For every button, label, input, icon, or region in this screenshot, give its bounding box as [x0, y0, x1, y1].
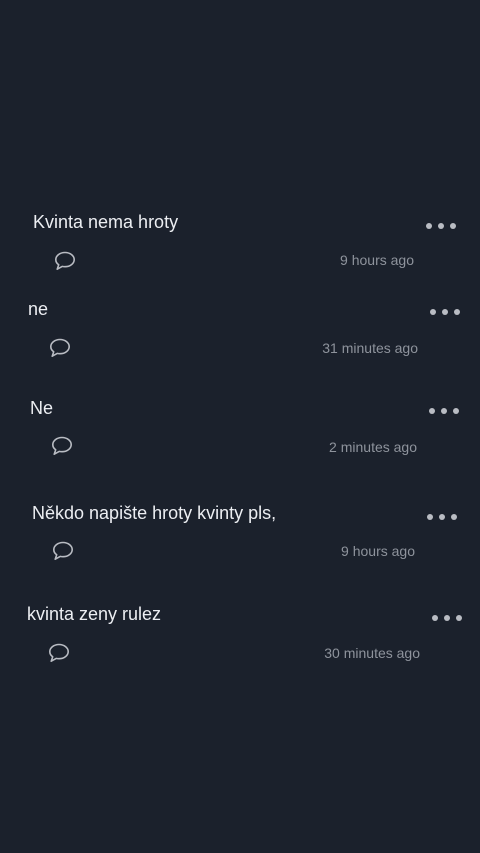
more-dots-icon [454, 309, 460, 315]
comment-button[interactable] [48, 337, 72, 359]
post-timestamp: 31 minutes ago [322, 340, 418, 356]
more-dots-icon [427, 514, 433, 520]
more-dots-icon [451, 514, 457, 520]
post-timestamp: 9 hours ago [341, 543, 415, 559]
post-item[interactable]: Ne 2 minutes ago [0, 397, 480, 477]
post-text: kvinta zeny rulez [27, 604, 162, 624]
more-dots-icon [429, 408, 435, 414]
more-dots-icon [438, 223, 444, 229]
post-item[interactable]: kvinta zeny rulez 30 minutes ago [0, 603, 480, 683]
post-feed: Kvinta nema hroty 9 hours ago ne 31 minu… [0, 0, 480, 853]
more-dots-icon [441, 408, 447, 414]
comment-button[interactable] [51, 540, 75, 562]
more-dots-icon [450, 223, 456, 229]
post-item[interactable]: Kvinta nema hroty 9 hours ago [0, 211, 480, 291]
comment-bubble-icon [49, 643, 69, 662]
post-item[interactable]: Někdo napište hroty kvinty pls, 9 hours … [0, 502, 480, 582]
post-item[interactable]: ne 31 minutes ago [0, 298, 480, 378]
more-dots-icon [453, 408, 459, 414]
more-options-button[interactable] [429, 405, 459, 417]
comment-bubble-icon [53, 541, 73, 560]
post-timestamp: 30 minutes ago [324, 645, 420, 661]
comment-button[interactable] [53, 250, 77, 272]
more-dots-icon [432, 615, 438, 621]
comment-bubble-icon [52, 436, 72, 455]
more-dots-icon [439, 514, 445, 520]
post-timestamp: 9 hours ago [340, 252, 414, 268]
more-options-button[interactable] [430, 306, 460, 318]
more-dots-icon [442, 309, 448, 315]
post-text: ne [28, 299, 49, 319]
more-dots-icon [430, 309, 436, 315]
comment-bubble-icon [55, 251, 75, 270]
more-dots-icon [426, 223, 432, 229]
more-options-button[interactable] [432, 612, 462, 624]
post-text: Ne [30, 398, 54, 418]
post-text: Někdo napište hroty kvinty pls, [32, 503, 277, 523]
comment-button[interactable] [47, 642, 71, 664]
comment-button[interactable] [50, 435, 74, 457]
more-dots-icon [444, 615, 450, 621]
more-options-button[interactable] [426, 220, 456, 232]
comment-bubble-icon [50, 338, 70, 357]
post-text: Kvinta nema hroty [33, 212, 179, 232]
more-dots-icon [456, 615, 462, 621]
post-timestamp: 2 minutes ago [329, 439, 417, 455]
more-options-button[interactable] [427, 511, 457, 523]
